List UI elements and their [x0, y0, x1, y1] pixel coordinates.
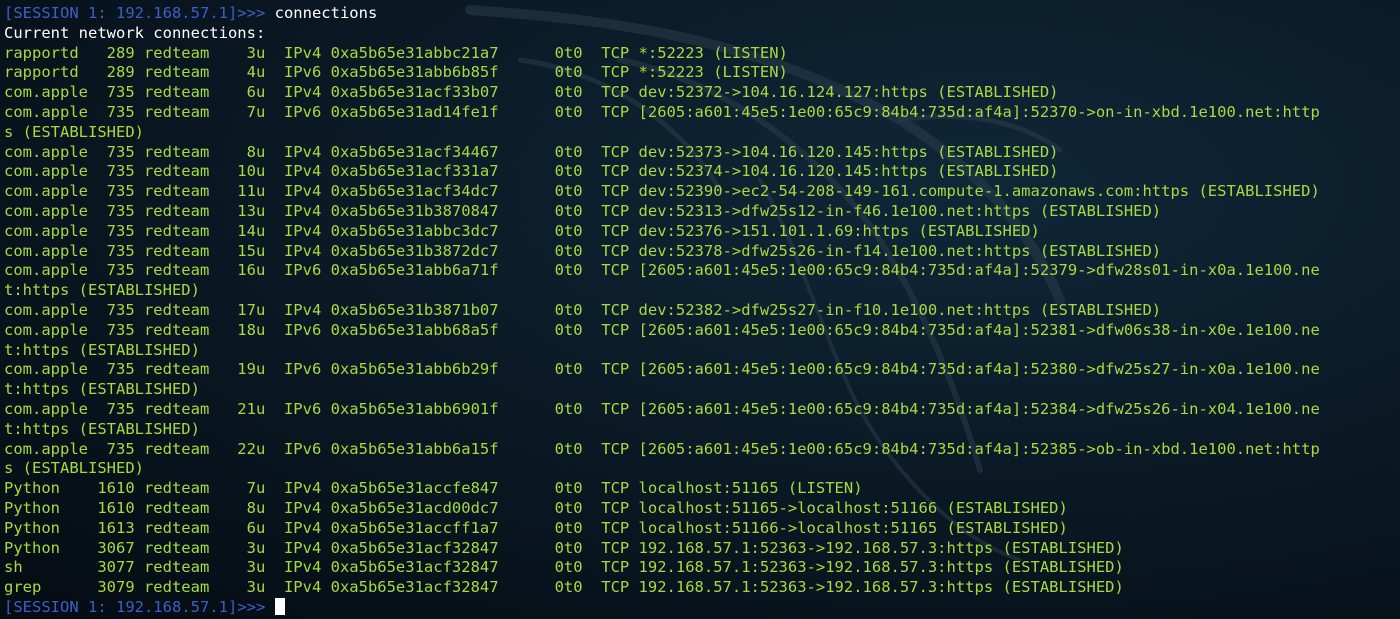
output-line: grep 3079 redteam 3u IPv4 0xa5b65e31acf3…	[4, 578, 1124, 597]
output-line: com.apple 735 redteam 8u IPv4 0xa5b65e31…	[4, 142, 1059, 161]
session-prompt-final: [SESSION 1: 192.168.57.1]>>>	[4, 597, 275, 616]
output-line: t:https (ESTABLISHED)	[4, 380, 200, 399]
output-line: s (ESTABLISHED)	[4, 122, 144, 141]
output-line: com.apple 735 redteam 14u IPv4 0xa5b65e3…	[4, 221, 1040, 240]
output-line: t:https (ESTABLISHED)	[4, 340, 200, 359]
output-line: Python 1613 redteam 6u IPv4 0xa5b65e31ac…	[4, 518, 1068, 537]
output-line: Python 3067 redteam 3u IPv4 0xa5b65e31ac…	[4, 538, 1124, 557]
output-line: t:https (ESTABLISHED)	[4, 281, 200, 300]
output-line: rapportd 289 redteam 4u IPv6 0xa5b65e31a…	[4, 63, 788, 82]
output-line: Python 1610 redteam 7u IPv4 0xa5b65e31ac…	[4, 479, 863, 498]
command-text: connections	[274, 4, 378, 22]
output-line: com.apple 735 redteam 6u IPv4 0xa5b65e31…	[4, 83, 1059, 102]
output-line: com.apple 735 redteam 22u IPv6 0xa5b65e3…	[4, 439, 1320, 458]
output-line: com.apple 735 redteam 10u IPv4 0xa5b65e3…	[4, 162, 1059, 181]
output-line: com.apple 735 redteam 11u IPv4 0xa5b65e3…	[4, 182, 1320, 201]
terminal-window[interactable]: [SESSION 1: 192.168.57.1]>>> connections…	[0, 0, 1400, 619]
output-line: sh 3077 redteam 3u IPv4 0xa5b65e31acf328…	[4, 558, 1124, 577]
output-line: com.apple 735 redteam 13u IPv4 0xa5b65e3…	[4, 201, 1162, 220]
output-line: com.apple 735 redteam 7u IPv6 0xa5b65e31…	[4, 102, 1320, 121]
output-line: Python 1610 redteam 8u IPv4 0xa5b65e31ac…	[4, 498, 1068, 517]
output-line: com.apple 735 redteam 18u IPv6 0xa5b65e3…	[4, 320, 1320, 339]
output-line: s (ESTABLISHED)	[4, 459, 144, 478]
output-line: t:https (ESTABLISHED)	[4, 419, 200, 438]
output-line: com.apple 735 redteam 19u IPv6 0xa5b65e3…	[4, 360, 1320, 379]
input-line[interactable]: [SESSION 1: 192.168.57.1]>>>	[4, 597, 1400, 618]
output-header: Current network connections:	[4, 23, 266, 42]
text-cursor	[274, 597, 285, 615]
session-prompt: [SESSION 1: 192.168.57.1]>>>	[4, 4, 275, 22]
output-line: com.apple 735 redteam 17u IPv4 0xa5b65e3…	[4, 300, 1162, 319]
output-line: com.apple 735 redteam 15u IPv4 0xa5b65e3…	[4, 241, 1162, 260]
output-line: com.apple 735 redteam 21u IPv6 0xa5b65e3…	[4, 399, 1320, 418]
command-line: [SESSION 1: 192.168.57.1]>>> connections	[4, 4, 1400, 24]
output-line: rapportd 289 redteam 3u IPv4 0xa5b65e31a…	[4, 43, 788, 62]
output-line: com.apple 735 redteam 16u IPv6 0xa5b65e3…	[4, 261, 1320, 280]
connections-output: rapportd 289 redteam 3u IPv4 0xa5b65e31a…	[4, 44, 1400, 598]
